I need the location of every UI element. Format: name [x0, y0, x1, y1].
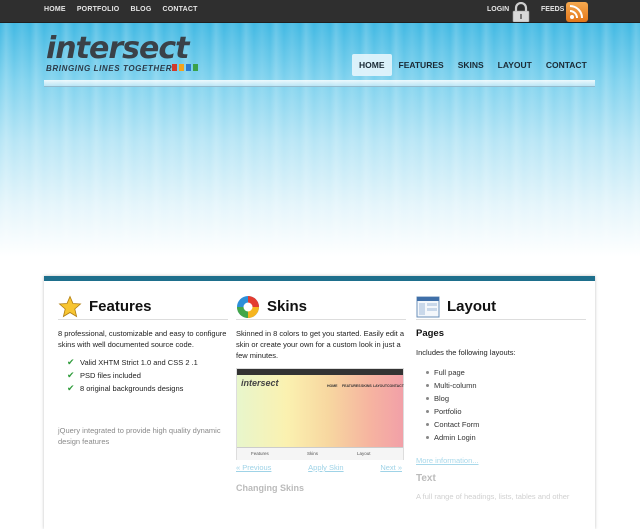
nav-contact[interactable]: CONTACT [539, 54, 594, 76]
more-info-link[interactable]: More information... [416, 456, 586, 465]
nav-layout[interactable]: LAYOUT [491, 54, 539, 76]
thumb-topbar [237, 369, 403, 375]
thumb-footer-item: Layout [357, 451, 371, 456]
pages-list: Full page Multi-column Blog Portfolio Co… [416, 366, 586, 444]
check-item: PSD files included [58, 369, 228, 382]
logo-square-red [172, 64, 177, 71]
thumb-footer-item: Features [251, 451, 269, 456]
layout-title: Layout [416, 295, 586, 320]
top-link-contact[interactable]: CONTACT [162, 6, 197, 13]
thumb-nav-item: CONTACT [387, 384, 404, 388]
feeds-link[interactable]: FEEDS [541, 6, 564, 13]
text-intro: A full range of headings, lists, tables … [416, 492, 570, 501]
top-bar: HOME PORTFOLIO BLOG CONTACT LOGIN FEEDS [0, 0, 640, 23]
header-rule [44, 80, 595, 87]
nav-features[interactable]: FEATURES [392, 54, 451, 76]
list-item: Admin Login [416, 431, 586, 444]
pages-heading: Pages [416, 328, 444, 339]
skins-intro: Skinned in 8 colors to get you started. … [236, 329, 405, 360]
previous-skin-link[interactable]: « Previous [236, 463, 271, 472]
skins-column: Skins Skinned in 8 colors to get you sta… [236, 295, 406, 493]
rss-icon[interactable] [566, 2, 588, 22]
apply-skin-link[interactable]: Apply Skin [308, 463, 343, 472]
skin-pager: « Previous Apply Skin Next » [236, 463, 402, 472]
pages-intro: Includes the following layouts: [416, 348, 516, 357]
list-item: Portfolio [416, 405, 586, 418]
site-tagline: BRINGING LINES TOGETHER [46, 64, 173, 73]
thumb-nav-item: HOME [327, 384, 338, 388]
thumb-footer-item: Skins [307, 451, 319, 456]
login-link[interactable]: LOGIN [487, 6, 509, 13]
thumb-nav-item: SKINS [361, 384, 372, 388]
star-icon [58, 295, 82, 318]
top-link-home[interactable]: HOME [44, 6, 66, 13]
features-checklist: Valid XHTM Strict 1.0 and CSS 2 .1 PSD f… [58, 356, 228, 395]
content-panel: Features 8 professional, customizable an… [44, 276, 595, 529]
list-item: Blog [416, 392, 586, 405]
main-nav: HOME FEATURES SKINS LAYOUT CONTACT [352, 54, 594, 76]
logo-square-green [193, 64, 198, 71]
logo-square-orange [179, 64, 184, 71]
layout-column: Layout Pages Includes the following layo… [416, 295, 586, 501]
features-column: Features 8 professional, customizable an… [58, 295, 228, 447]
check-item: 8 original backgrounds designs [58, 382, 228, 395]
skins-title: Skins [236, 295, 406, 320]
changing-skins-heading: Changing Skins [236, 483, 305, 493]
thumb-footer: Features Skins Layout [237, 447, 403, 460]
top-links: HOME PORTFOLIO BLOG CONTACT [44, 6, 198, 13]
text-heading: Text [416, 473, 436, 484]
list-item: Contact Form [416, 418, 586, 431]
palette-icon [237, 296, 259, 318]
list-item: Multi-column [416, 379, 586, 392]
logo-square-blue [186, 64, 191, 71]
nav-home[interactable]: HOME [352, 54, 392, 76]
thumb-logo: intersect [241, 378, 279, 388]
lock-icon[interactable] [510, 2, 532, 22]
site-logo[interactable]: intersect [46, 34, 189, 64]
logo-squares [172, 64, 198, 71]
top-link-blog[interactable]: BLOG [130, 6, 151, 13]
list-item: Full page [416, 366, 586, 379]
thumb-nav-item: FEATURES [342, 384, 361, 388]
features-intro: 8 professional, customizable and easy to… [58, 329, 227, 349]
thumb-nav-item: LAYOUT [373, 384, 388, 388]
layout-window-icon [416, 296, 440, 318]
features-extra: jQuery integrated to provide high qualit… [58, 426, 221, 446]
top-link-portfolio[interactable]: PORTFOLIO [77, 6, 120, 13]
skin-preview-thumbnail[interactable]: intersect HOME FEATURES SKINS LAYOUT CON… [236, 368, 404, 460]
check-item: Valid XHTM Strict 1.0 and CSS 2 .1 [58, 356, 228, 369]
nav-skins[interactable]: SKINS [451, 54, 491, 76]
features-title: Features [58, 295, 228, 320]
next-skin-link[interactable]: Next » [380, 463, 402, 472]
